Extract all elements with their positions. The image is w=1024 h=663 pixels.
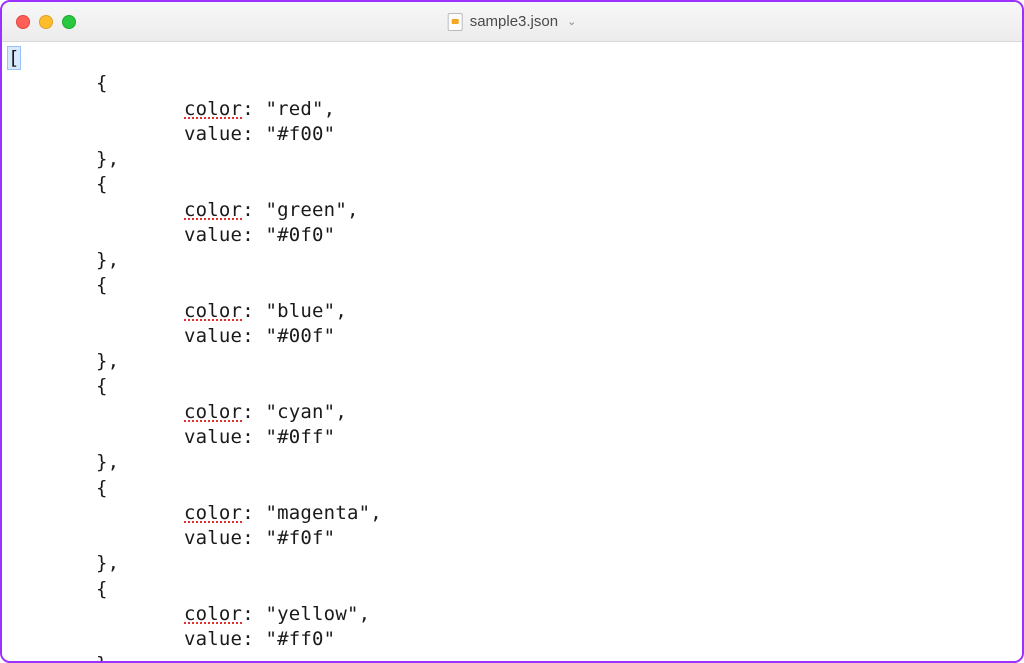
minimize-icon[interactable] [39, 15, 53, 29]
code-line: color: "magenta", [8, 501, 1016, 526]
title-dropdown[interactable]: sample3.json ⌄ [448, 13, 577, 31]
code-line: }, [8, 147, 1016, 172]
value-color: : "red", [242, 98, 335, 120]
code-line: value: "#f0f" [8, 526, 1016, 551]
key-color: color [184, 603, 242, 625]
brace-close: }, [96, 653, 119, 661]
key-color: color [184, 401, 242, 423]
brace-close: }, [96, 350, 119, 372]
code-line: color: "cyan", [8, 400, 1016, 425]
brace-open: { [96, 72, 108, 94]
value-hex: value: "#ff0" [184, 628, 335, 650]
code-line: { [8, 273, 1016, 298]
brace-close: }, [96, 148, 119, 170]
code-line: { [8, 172, 1016, 197]
code-line: }, [8, 551, 1016, 576]
code-line: { [8, 577, 1016, 602]
code-line: color: "yellow", [8, 602, 1016, 627]
code-line: value: "#ff0" [8, 627, 1016, 652]
code-line: color: "red", [8, 97, 1016, 122]
code-line: }, [8, 248, 1016, 273]
value-hex: value: "#f0f" [184, 527, 335, 549]
key-color: color [184, 199, 242, 221]
code-line: [ [8, 46, 1016, 71]
brace-open: { [96, 173, 108, 195]
key-color: color [184, 98, 242, 120]
value-hex: value: "#00f" [184, 325, 335, 347]
code-line: }, [8, 349, 1016, 374]
chevron-down-icon: ⌄ [567, 15, 576, 28]
key-color: color [184, 502, 242, 524]
code-line: { [8, 476, 1016, 501]
code-line: { [8, 374, 1016, 399]
editor-window: sample3.json ⌄ [{color: "red",value: "#f… [0, 0, 1024, 663]
file-icon [448, 13, 463, 31]
code-line: color: "blue", [8, 299, 1016, 324]
key-color: color [184, 300, 242, 322]
value-hex: value: "#f00" [184, 123, 335, 145]
code-line: }, [8, 450, 1016, 475]
zoom-icon[interactable] [62, 15, 76, 29]
value-color: : "green", [242, 199, 358, 221]
value-color: : "magenta", [242, 502, 382, 524]
code-line: }, [8, 652, 1016, 661]
value-hex: value: "#0ff" [184, 426, 335, 448]
code-line: color: "green", [8, 198, 1016, 223]
code-line: { [8, 71, 1016, 96]
code-line: value: "#0f0" [8, 223, 1016, 248]
brace-open: { [96, 578, 108, 600]
code-editor[interactable]: [{color: "red",value: "#f00"},{color: "g… [2, 42, 1022, 661]
brace-open: { [96, 375, 108, 397]
value-color: : "cyan", [242, 401, 347, 423]
close-icon[interactable] [16, 15, 30, 29]
brace-open: { [96, 274, 108, 296]
brace-close: }, [96, 552, 119, 574]
value-color: : "blue", [242, 300, 347, 322]
value-color: : "yellow", [242, 603, 370, 625]
brace-close: }, [96, 249, 119, 271]
titlebar[interactable]: sample3.json ⌄ [2, 2, 1022, 42]
code-line: value: "#f00" [8, 122, 1016, 147]
code-line: value: "#0ff" [8, 425, 1016, 450]
open-bracket: [ [8, 47, 20, 69]
traffic-lights [16, 15, 76, 29]
filename: sample3.json [470, 13, 558, 30]
brace-close: }, [96, 451, 119, 473]
value-hex: value: "#0f0" [184, 224, 335, 246]
brace-open: { [96, 477, 108, 499]
code-line: value: "#00f" [8, 324, 1016, 349]
